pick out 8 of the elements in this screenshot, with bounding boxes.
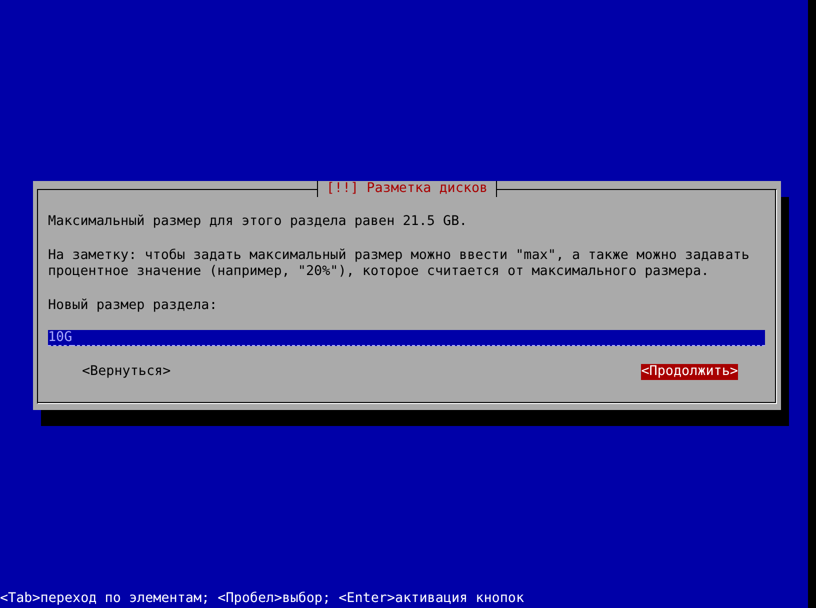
dialog-title: [!!] Разметка дисков xyxy=(317,181,497,197)
key-hint-text: <Tab>переход по элементам; <Пробел>выбор; <Enter>активация кнопок xyxy=(0,591,526,607)
message-text: На заметку: чтобы задать максимальный размер можно ввести "max", а также можно задавать процентное значение (например, "20%"), которое считается от максимального размера. xyxy=(48,248,750,280)
message-text: Максимальный размер для этого раздела равен 21.5 GB. xyxy=(48,214,468,230)
dialog-button[interactable]: <Вернуться> xyxy=(82,364,171,380)
dialog-button[interactable]: <Продолжить> xyxy=(641,364,738,380)
input-field[interactable]: 10G xyxy=(48,330,765,346)
field-label: Новый размер раздела: xyxy=(48,298,218,314)
